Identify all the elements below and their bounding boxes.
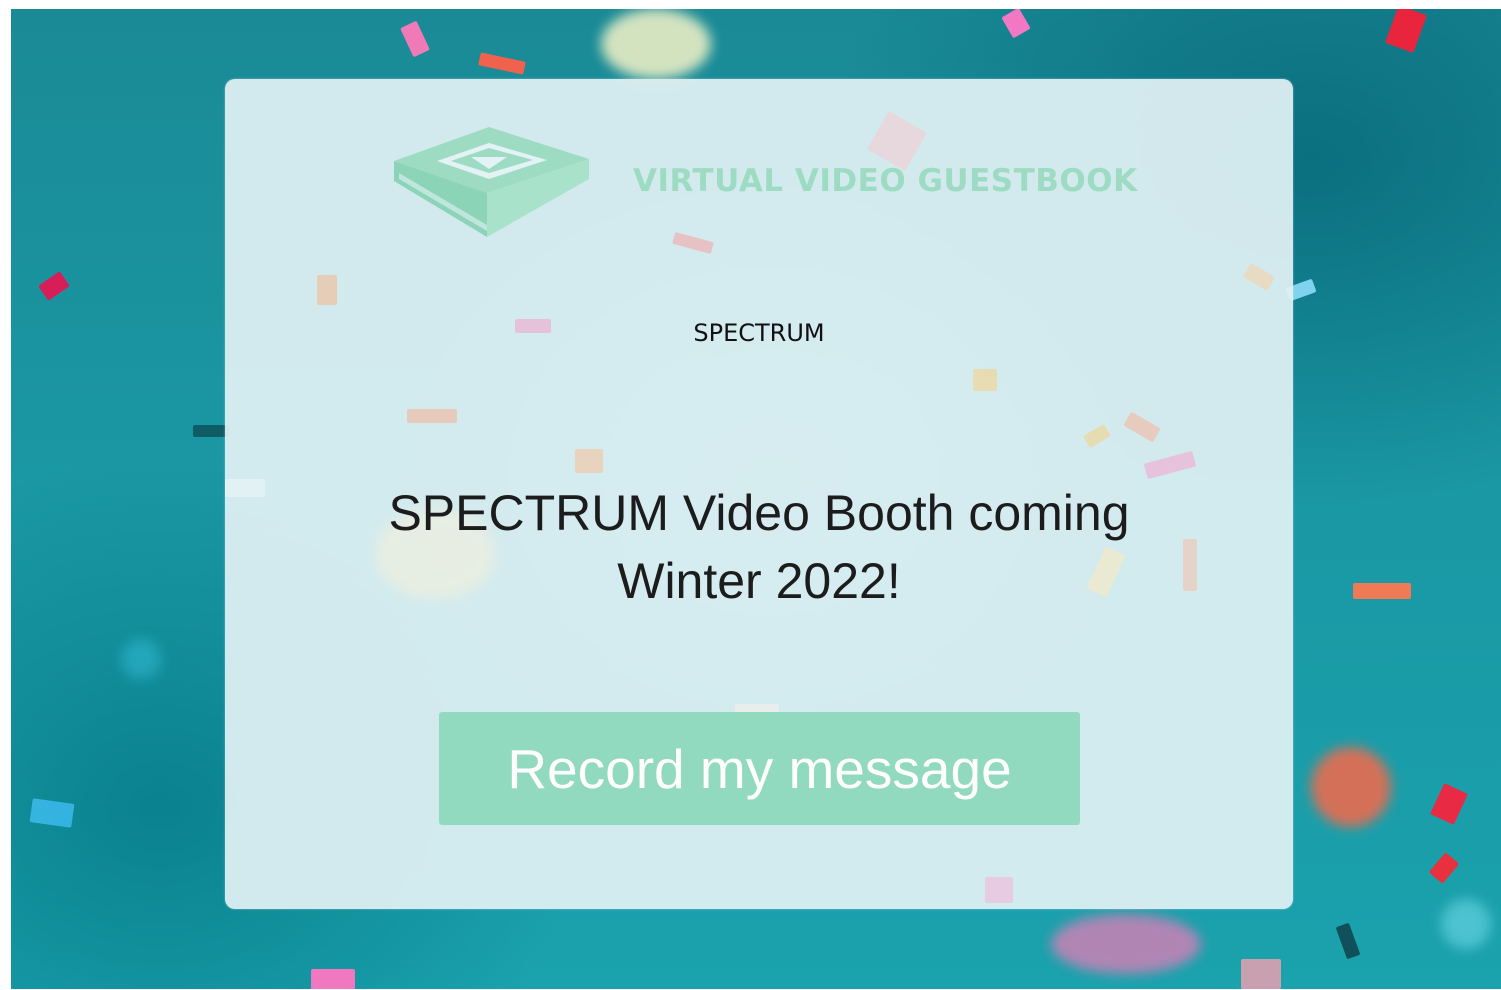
- headline-line-1: SPECTRUM Video Booth coming: [388, 485, 1130, 541]
- brand-header: VIRTUAL VIDEO GUESTBOOK: [389, 121, 1138, 241]
- confetti-piece: [1335, 922, 1361, 960]
- confetti-piece: [1353, 583, 1411, 599]
- confetti-piece: [973, 369, 997, 391]
- confetti-piece: [1143, 450, 1197, 480]
- confetti-piece: [193, 425, 229, 437]
- confetti-piece: [407, 409, 457, 423]
- confetti-background: VIRTUAL VIDEO GUESTBOOK SPECTRUM SPECTRU…: [11, 9, 1501, 989]
- confetti-piece: [1242, 263, 1276, 291]
- confetti-piece: [1001, 9, 1031, 39]
- confetti-piece: [478, 52, 526, 75]
- confetti-piece: [985, 877, 1013, 903]
- confetti-piece: [311, 969, 355, 989]
- confetti-piece: [29, 798, 75, 828]
- bokeh-light: [601, 9, 711, 79]
- organization-name: SPECTRUM: [693, 319, 825, 347]
- headline-line-2: Winter 2022!: [617, 553, 901, 609]
- event-headline: SPECTRUM Video Booth coming Winter 2022!: [225, 479, 1293, 615]
- record-message-button[interactable]: Record my message: [439, 712, 1080, 825]
- confetti-piece: [1385, 9, 1427, 53]
- confetti-piece: [1083, 423, 1111, 449]
- guestbook-play-icon: [394, 127, 589, 237]
- bokeh-light: [1441, 899, 1491, 949]
- confetti-piece: [400, 20, 430, 58]
- bokeh-light: [1311, 747, 1391, 827]
- confetti-piece: [575, 449, 603, 473]
- confetti-piece: [1430, 783, 1468, 825]
- confetti-piece: [1428, 852, 1460, 884]
- confetti-piece: [1123, 411, 1161, 443]
- guestbook-card: VIRTUAL VIDEO GUESTBOOK SPECTRUM SPECTRU…: [225, 79, 1293, 909]
- bokeh-light: [1051, 914, 1201, 974]
- brand-name: VIRTUAL VIDEO GUESTBOOK: [633, 163, 1138, 199]
- confetti-piece: [38, 271, 70, 301]
- confetti-piece: [1241, 959, 1281, 989]
- bokeh-light: [121, 639, 161, 679]
- confetti-piece: [317, 275, 337, 305]
